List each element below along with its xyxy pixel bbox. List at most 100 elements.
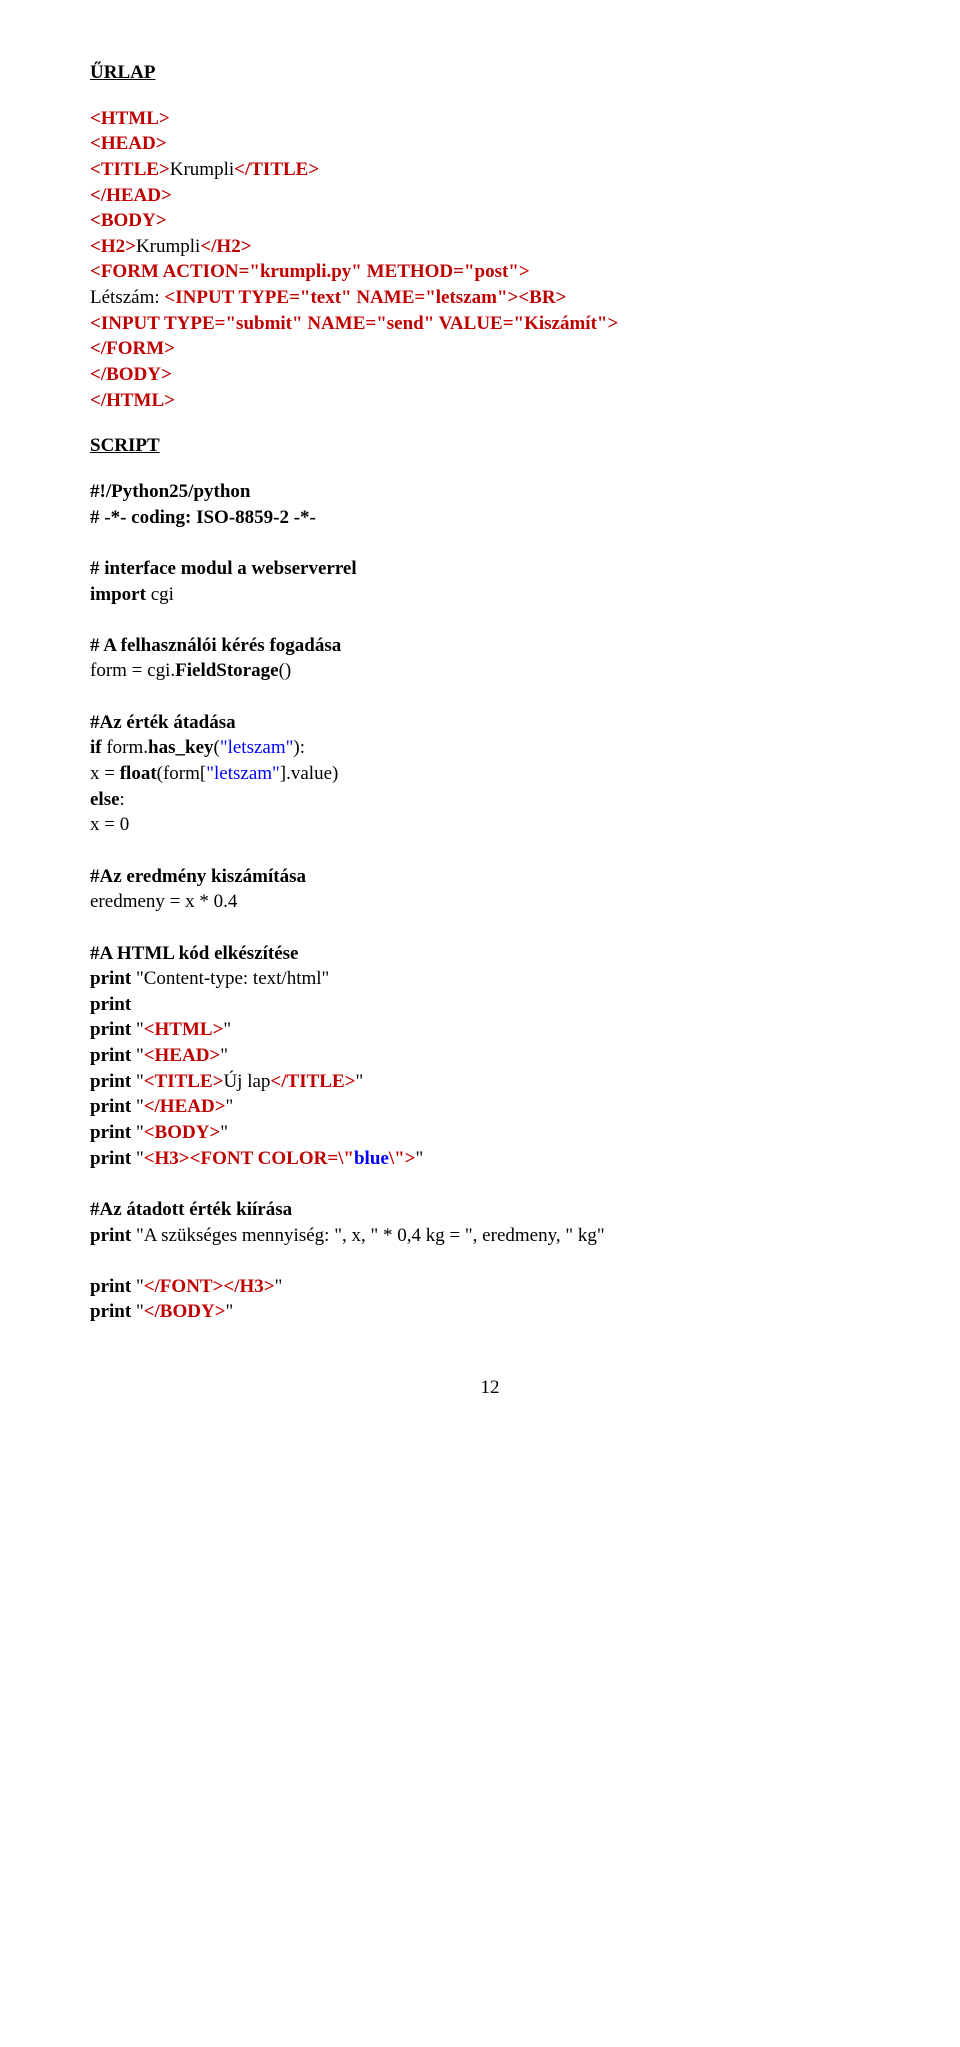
section-heading-script: SCRIPT [90,433,890,459]
text: cgi [146,584,174,605]
keyword: print [90,1225,131,1246]
code-block-html: <HTML> <HEAD> <TITLE>Krumpli</TITLE> </H… [90,106,890,414]
code-line: # A felhasználói kérés fogadása [90,633,890,659]
text: " [131,1096,144,1117]
keyword: print [90,1096,131,1117]
text: " [131,1071,144,1092]
func: float [120,763,157,784]
text: " [226,1301,234,1322]
string: "letszam" [206,763,280,784]
text: () [279,660,292,681]
text: : [120,789,125,810]
tag: <HEAD> [144,1045,221,1066]
keyword: print [90,1301,131,1322]
code-line: </HEAD> [90,183,890,209]
tag: <BODY> [144,1122,221,1143]
code-line: <TITLE>Krumpli</TITLE> [90,157,890,183]
text: " [131,1301,144,1322]
code-line: #A HTML kód elkészítése [90,941,890,967]
tag: </TITLE> [234,159,319,180]
code-line: form = cgi.FieldStorage() [90,658,890,684]
code-line: <INPUT TYPE="submit" NAME="send" VALUE="… [90,311,890,337]
keyword: print [90,968,131,989]
code-line: <HEAD> [90,131,890,157]
text: " [275,1276,283,1297]
code-line: print "<BODY>" [90,1120,890,1146]
keyword: import [90,584,146,605]
code-line: x = 0 [90,812,890,838]
tag: </FONT></H3> [144,1276,275,1297]
tag: </BODY> [144,1301,226,1322]
keyword: if [90,737,102,758]
code-line: #Az átadott érték kiírása [90,1197,890,1223]
text: " [131,1045,144,1066]
func: FieldStorage [175,660,278,681]
text: Új lap [223,1071,270,1092]
tag: </TITLE> [270,1071,355,1092]
code-line: </BODY> [90,362,890,388]
code-line: print "<HTML>" [90,1017,890,1043]
code-line: x = float(form["letszam"].value) [90,761,890,787]
text: x = [90,763,120,784]
code-line: import cgi [90,582,890,608]
text: form = cgi. [90,660,175,681]
keyword: print [90,1045,131,1066]
code-line: else: [90,787,890,813]
code-line: <H2>Krumpli</H2> [90,234,890,260]
text: " [223,1019,231,1040]
text: " [416,1148,424,1169]
text: "Content-type: text/html" [131,968,329,989]
code-line: print "</BODY>" [90,1299,890,1325]
code-line: if form.has_key("letszam"): [90,735,890,761]
text: ].value) [280,763,339,784]
tag: <HTML> [144,1019,224,1040]
text: Létszám: [90,287,164,308]
code-line: </HTML> [90,388,890,414]
page-number: 12 [90,1375,890,1401]
keyword: print [90,1071,131,1092]
string: "letszam" [220,737,294,758]
keyword: print [90,1122,131,1143]
text: " [220,1122,228,1143]
text: " [131,1148,144,1169]
tag: </H2> [200,236,251,257]
code-line: #Az érték átadása [90,710,890,736]
code-line: print "<HEAD>" [90,1043,890,1069]
text: " [131,1122,144,1143]
text: " [131,1019,144,1040]
tag: <INPUT TYPE="text" NAME="letszam"><BR> [164,287,566,308]
code-line: <FORM ACTION="krumpli.py" METHOD="post"> [90,259,890,285]
code-line: #!/Python25/python [90,479,890,505]
func: has_key [148,737,213,758]
text: Krumpli [170,159,234,180]
code-line: print "</HEAD>" [90,1094,890,1120]
code-line: print [90,992,890,1018]
keyword: print [90,1276,131,1297]
code-line: <BODY> [90,208,890,234]
keyword: else [90,789,120,810]
section-heading-urlap: ŰRLAP [90,60,890,86]
text: ): [293,737,305,758]
text: (form[ [157,763,207,784]
code-line: Létszám: <INPUT TYPE="text" NAME="letsza… [90,285,890,311]
tag: </HEAD> [144,1096,226,1117]
code-line: <HTML> [90,106,890,132]
keyword: print [90,1148,131,1169]
text: form. [102,737,148,758]
text: " [355,1071,363,1092]
code-line: print "Content-type: text/html" [90,966,890,992]
keyword: print [90,1019,131,1040]
tag: <H2> [90,236,136,257]
code-line: </FORM> [90,336,890,362]
tag: \"> [389,1148,416,1169]
tag: <TITLE> [144,1071,224,1092]
string: blue [354,1148,389,1169]
text: Krumpli [136,236,200,257]
tag: <H3><FONT COLOR=\" [144,1148,354,1169]
tag: <TITLE> [90,159,170,180]
code-line: #Az eredmény kiszámítása [90,864,890,890]
text: " [131,1276,144,1297]
code-line: # interface modul a webserverrel [90,556,890,582]
text: " [226,1096,234,1117]
code-line: eredmeny = x * 0.4 [90,889,890,915]
